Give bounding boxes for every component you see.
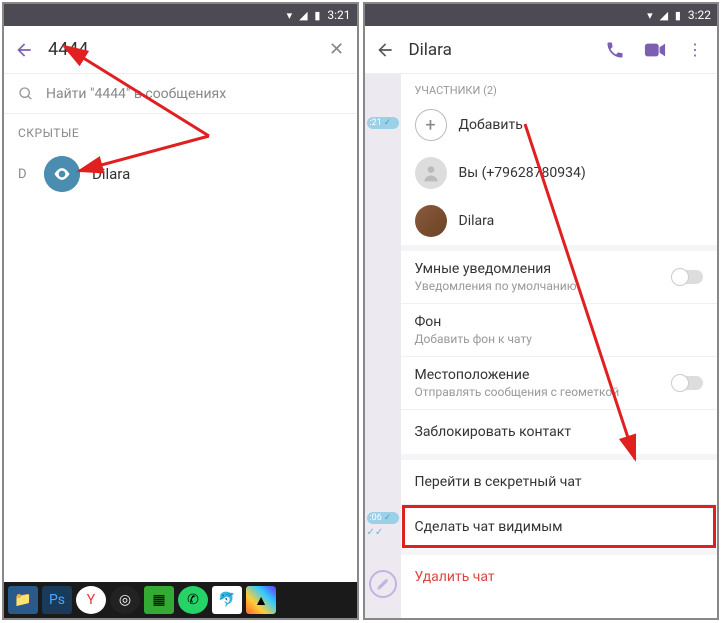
taskbar-app-1[interactable]: 📁	[8, 586, 38, 614]
index-letter: D	[18, 167, 32, 182]
status-bar: ▾ ◢ ▮ 3:21	[4, 4, 357, 26]
compose-button[interactable]	[369, 570, 397, 598]
taskbar-app-8[interactable]: ▲	[246, 586, 276, 614]
battery-icon: ▮	[672, 9, 684, 21]
annotation-arrow-1	[49, 36, 219, 181]
more-button[interactable]: ⋮	[681, 36, 709, 64]
signal-icon: ◢	[297, 9, 309, 21]
search-icon	[18, 86, 34, 102]
taskbar-photoshop[interactable]: Ps	[42, 586, 72, 614]
taskbar-app-7[interactable]: 🐬	[212, 586, 242, 614]
taskbar-app-4[interactable]: ◎	[110, 586, 140, 614]
action-make-visible[interactable]: Сделать чат видимым	[401, 504, 718, 549]
clear-button[interactable]: ✕	[325, 38, 349, 62]
back-button[interactable]	[12, 38, 36, 62]
page-title: Dilara	[409, 40, 590, 60]
action-delete-chat[interactable]: Удалить чат	[401, 549, 718, 599]
wifi-icon: ▾	[644, 9, 656, 21]
taskbar: 📁 Ps Y ◎ ▦ ✆ 🐬 ▲	[4, 582, 357, 618]
back-button[interactable]	[373, 38, 397, 62]
read-checks: ✓✓	[367, 527, 399, 538]
status-time: 3:21	[327, 8, 350, 22]
annotation-arrow-2	[515, 114, 655, 474]
taskbar-yandex[interactable]: Y	[76, 586, 106, 614]
video-button[interactable]	[641, 36, 669, 64]
call-button[interactable]	[601, 36, 629, 64]
phone-right: ▾ ◢ ▮ 3:22 Dilara ⋮ :21✓ :06✓ ✓✓	[363, 2, 720, 620]
chat-strip: :21✓ :06✓ ✓✓	[365, 74, 401, 618]
chat-info-header: Dilara ⋮	[365, 26, 718, 74]
signal-icon: ◢	[658, 9, 670, 21]
avatar-placeholder	[415, 157, 447, 189]
taskbar-sheets[interactable]: ▦	[144, 586, 174, 614]
toggle-smart-notif[interactable]	[673, 270, 703, 284]
taskbar-whatsapp[interactable]: ✆	[178, 586, 208, 614]
status-time: 3:22	[688, 8, 711, 22]
wifi-icon: ▾	[283, 9, 295, 21]
status-bar: ▾ ◢ ▮ 3:22	[365, 4, 718, 26]
avatar-photo	[415, 205, 447, 237]
msg-time-1: :21✓	[367, 117, 399, 129]
msg-time-2: :06✓	[367, 512, 399, 524]
members-label: УЧАСТНИКИ (2)	[401, 74, 718, 101]
toggle-location[interactable]	[673, 376, 703, 390]
battery-icon: ▮	[311, 9, 323, 21]
phone-left: ▾ ◢ ▮ 3:21 ✕ Найти "4444" в сообщениях С…	[2, 2, 359, 620]
add-icon: +	[415, 109, 447, 141]
